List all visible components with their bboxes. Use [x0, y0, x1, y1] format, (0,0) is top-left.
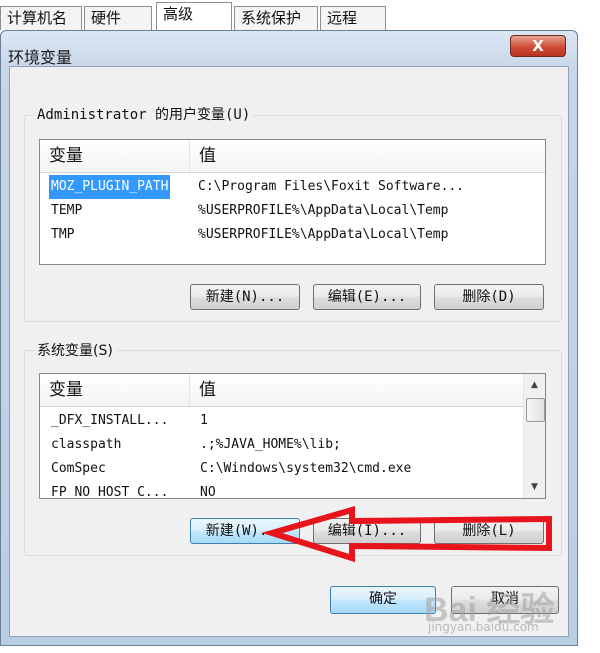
system-var-value: NO: [200, 485, 216, 499]
user-var-name: TMP: [51, 227, 75, 242]
system-var-row[interactable]: ComSpec C:\Windows\system32\cmd.exe: [40, 457, 523, 481]
tab-system-protection[interactable]: 系统保护: [234, 6, 318, 30]
system-edit-button[interactable]: 编辑(I)...: [313, 518, 421, 544]
column-header-variable[interactable]: 变量: [40, 374, 189, 406]
user-var-name: MOZ_PLUGIN_PATH: [49, 175, 171, 199]
system-var-value: 1: [200, 413, 208, 428]
close-button[interactable]: X: [510, 35, 566, 57]
user-edit-button[interactable]: 编辑(E)...: [313, 284, 421, 310]
scroll-up-icon[interactable]: ▲: [524, 376, 545, 394]
user-var-value: C:\Program Files\Foxit Software...: [198, 179, 465, 194]
scroll-thumb[interactable]: [526, 398, 545, 422]
user-vars-label: Administrator 的用户变量(U): [34, 104, 254, 124]
system-var-row[interactable]: _DFX_INSTALL... 1: [40, 409, 523, 433]
column-header-value[interactable]: 值: [189, 140, 519, 172]
tab-remote[interactable]: 远程: [320, 6, 386, 30]
user-var-value: %USERPROFILE%\AppData\Local\Temp: [198, 227, 449, 242]
user-vars-list[interactable]: 变量 值 MOZ_PLUGIN_PATH C:\Program Files\Fo…: [39, 139, 546, 265]
system-var-name: classpath: [51, 437, 122, 452]
column-header-variable[interactable]: 变量: [40, 140, 189, 172]
user-var-row[interactable]: TEMP %USERPROFILE%\AppData\Local\Temp: [40, 199, 545, 223]
tab-strip: 计算机名 硬件 高级 系统保护 远程: [0, 0, 600, 32]
scroll-down-icon[interactable]: ▼: [524, 478, 545, 496]
user-delete-button[interactable]: 删除(D): [434, 284, 544, 310]
system-var-value: .;%JAVA_HOME%\lib;: [200, 437, 341, 452]
system-var-row[interactable]: classpath .;%JAVA_HOME%\lib;: [40, 433, 523, 457]
system-vars-scrollbar[interactable]: ▲ ▼: [523, 374, 545, 498]
system-var-row[interactable]: FP_NO_HOST_C... NO: [40, 481, 523, 499]
user-new-button[interactable]: 新建(N)...: [190, 284, 300, 310]
user-var-row[interactable]: TMP %USERPROFILE%\AppData\Local\Temp: [40, 223, 545, 247]
user-var-value: %USERPROFILE%\AppData\Local\Temp: [198, 203, 449, 218]
user-var-row[interactable]: MOZ_PLUGIN_PATH C:\Program Files\Foxit S…: [40, 175, 545, 199]
baidu-watermark-url: jingyan.baidu.com: [428, 620, 539, 634]
system-vars-list[interactable]: 变量 值 _DFX_INSTALL... 1 classpath .;%JAVA…: [39, 373, 546, 499]
system-vars-header: 变量 值: [40, 374, 523, 407]
tab-hardware[interactable]: 硬件: [84, 6, 152, 30]
system-var-name: _DFX_INSTALL...: [51, 413, 169, 428]
column-header-value[interactable]: 值: [189, 374, 519, 406]
system-var-name: FP_NO_HOST_C...: [51, 485, 169, 499]
user-vars-header: 变量 值: [40, 140, 545, 173]
window-title: 环境变量: [8, 48, 73, 67]
system-vars-label: 系统变量(S): [34, 340, 116, 360]
system-new-button[interactable]: 新建(W)...: [190, 518, 300, 544]
tab-advanced[interactable]: 高级: [156, 2, 232, 32]
tab-computer-name[interactable]: 计算机名: [0, 6, 82, 30]
system-var-name: ComSpec: [51, 461, 106, 476]
user-var-name: TEMP: [51, 203, 83, 218]
system-delete-button[interactable]: 删除(L): [434, 518, 544, 544]
system-var-value: C:\Windows\system32\cmd.exe: [200, 461, 412, 476]
ok-button[interactable]: 确定: [330, 586, 436, 614]
